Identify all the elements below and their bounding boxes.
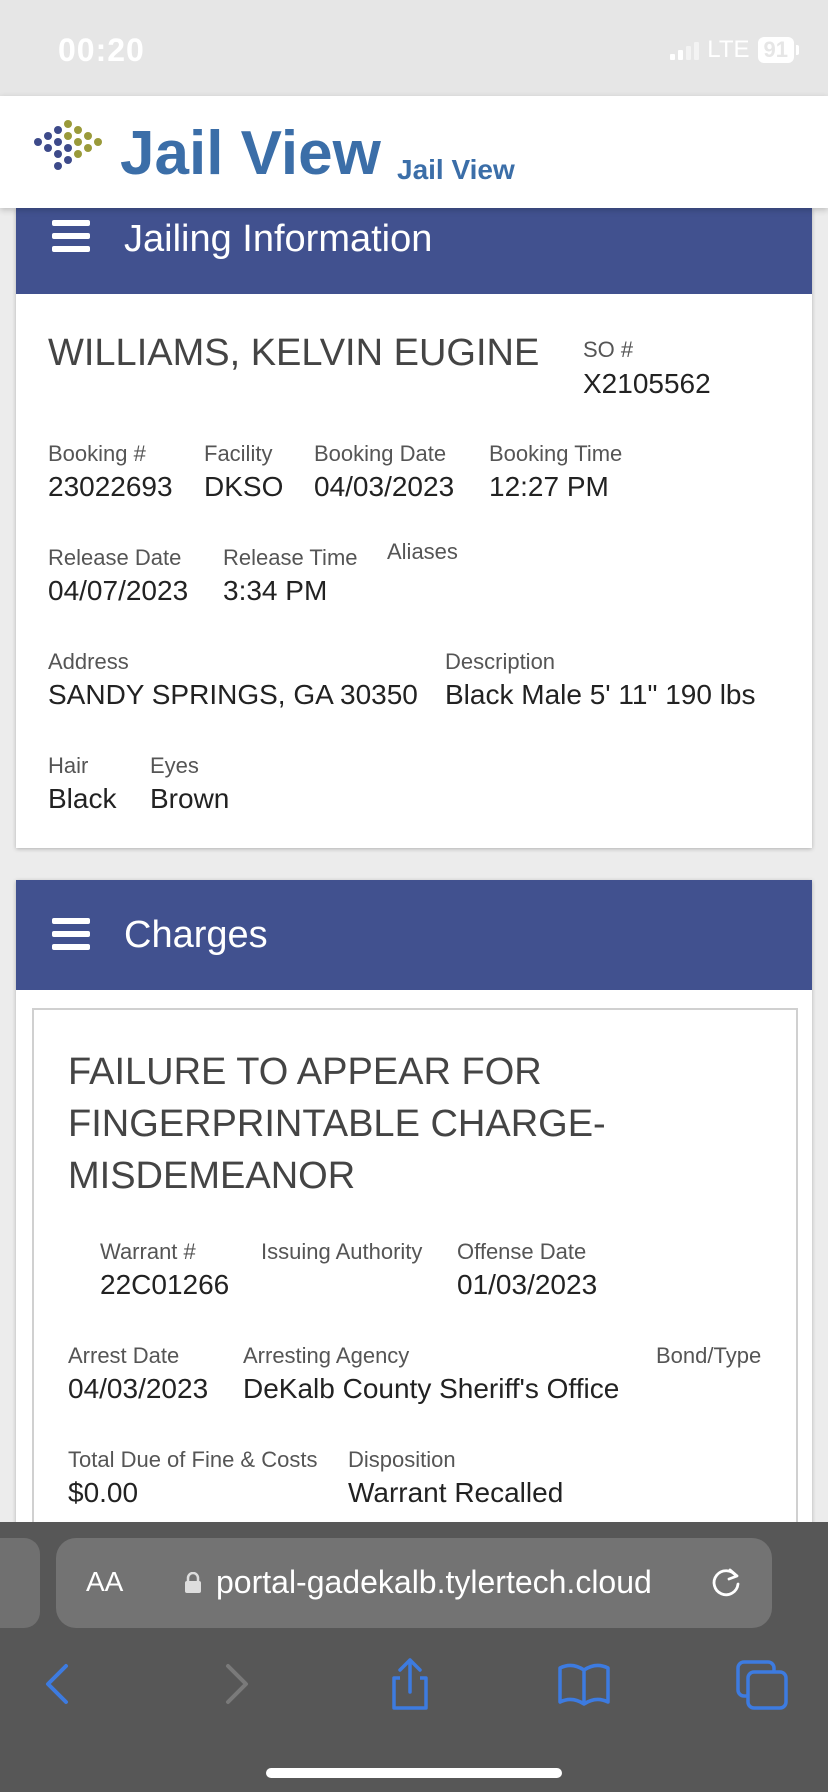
jailing-info-title: Jailing Information [124,218,433,260]
signal-icon [670,40,700,60]
description-label: Description [445,649,556,674]
disposition-label: Disposition [348,1447,456,1472]
charge-card: FAILURE TO APPEAR FOR FINGERPRINTABLE CH… [32,1008,798,1572]
booking-time-label: Booking Time [489,441,623,466]
arrest-date-value: 04/03/2023 [68,1373,209,1404]
booking-date-label: Booking Date [314,441,447,466]
network-label: LTE [707,36,750,63]
jailing-info-header[interactable]: Jailing Information [16,208,812,294]
so-number-label: SO # [583,337,634,362]
menu-icon[interactable] [52,918,90,952]
inmate-name: WILLIAMS, KELVIN EUGINE [48,332,540,374]
booking-date-value: 04/03/2023 [314,471,455,502]
booking-number-value: 23022693 [48,471,173,502]
offense-date-value: 01/03/2023 [457,1269,598,1300]
so-number-value: X2105562 [583,368,711,399]
warrant-label: Warrant # [100,1239,196,1264]
address-label: Address [48,649,129,674]
charge-title: FAILURE TO APPEAR FOR FINGERPRINTABLE CH… [68,1051,606,1197]
back-icon[interactable] [28,1654,88,1714]
battery-icon: 91 [757,37,800,63]
reload-icon[interactable] [708,1564,744,1600]
booking-number-label: Booking # [48,441,146,466]
app-subtitle: Jail View [397,154,515,185]
app-title[interactable]: Jail View [120,118,381,189]
warrant-value: 22C01266 [100,1269,230,1300]
total-due-label: Total Due of Fine & Costs [68,1447,318,1472]
release-date-value: 04/07/2023 [48,575,189,606]
browser-chrome: AA portal-gadekalb.tylertech.cloud [0,1522,828,1792]
lock-icon [185,1572,201,1593]
status-time: 00:20 [58,32,145,68]
bond-type-label: Bond/Type [656,1343,762,1368]
address-value: SANDY SPRINGS, GA 30350 [48,679,418,710]
facility-label: Facility [204,441,273,466]
arrest-date-label: Arrest Date [68,1343,180,1368]
text-size-button[interactable]: AA [86,1566,123,1598]
booking-time-value: 12:27 PM [489,471,609,502]
url-text[interactable]: portal-gadekalb.tylertech.cloud [216,1564,652,1601]
jail-view-logo-icon [34,120,102,170]
previous-tab-peek[interactable] [0,1538,40,1628]
arresting-agency-value: DeKalb County Sheriff's Office [243,1373,620,1404]
charges-header[interactable]: Charges [16,880,812,990]
release-time-value: 3:34 PM [223,575,328,606]
tabs-icon[interactable] [732,1654,792,1714]
disposition-value: Warrant Recalled [348,1477,564,1508]
eyes-value: Brown [150,783,230,814]
aliases-label: Aliases [387,539,458,564]
status-bar: 00:20 LTE 91 [0,0,828,96]
facility-value: DKSO [204,471,284,502]
home-indicator[interactable] [266,1768,562,1778]
offense-date-label: Offense Date [457,1239,587,1264]
address-bar[interactable]: AA portal-gadekalb.tylertech.cloud [56,1538,772,1628]
release-time-label: Release Time [223,545,358,570]
forward-icon[interactable] [206,1654,266,1714]
total-due-value: $0.00 [68,1477,139,1508]
issuing-authority-label: Issuing Authority [261,1239,423,1264]
release-date-label: Release Date [48,545,182,570]
menu-icon[interactable] [52,220,90,254]
status-indicators: LTE 91 [670,36,800,64]
hair-value: Black [48,783,117,814]
hair-label: Hair [48,753,89,778]
description-value: Black Male 5' 11" 190 lbs [445,679,756,710]
share-icon[interactable] [380,1654,440,1714]
eyes-label: Eyes [150,753,199,778]
arresting-agency-label: Arresting Agency [243,1343,410,1368]
charges-title: Charges [124,914,268,956]
app-header: Jail View Jail View [0,96,828,208]
bookmarks-icon[interactable] [554,1654,614,1714]
jailing-info-panel: Jailing Information [16,208,812,848]
